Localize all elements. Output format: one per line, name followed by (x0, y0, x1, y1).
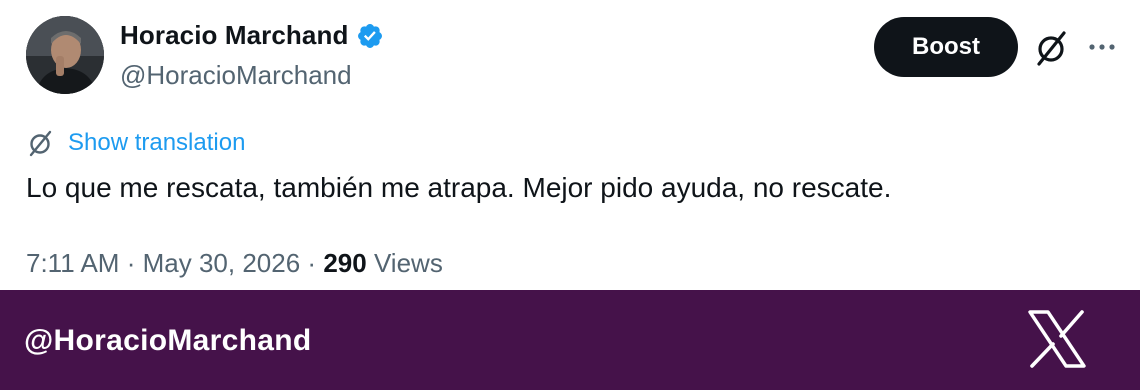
avatar-portrait-icon (26, 16, 104, 94)
avatar[interactable] (26, 16, 104, 94)
tweet-card: Horacio Marchand @HoracioMarchand Boost (0, 0, 1140, 290)
author-name-row: Horacio Marchand (120, 20, 384, 51)
grok-icon[interactable] (1032, 28, 1072, 68)
author-handle[interactable]: @HoracioMarchand (120, 60, 352, 91)
author-display-name[interactable]: Horacio Marchand (120, 20, 348, 51)
boost-button[interactable]: Boost (874, 17, 1018, 77)
tweet-text: Lo que me rescata, también me atrapa. Me… (26, 172, 892, 203)
translate-row: Show translation (26, 128, 245, 158)
footer-handle: @HoracioMarchand (24, 324, 312, 357)
tweet-meta: 7:11 AM · May 30, 2026 · 290 Views (26, 248, 443, 279)
show-translation-link[interactable]: Show translation (68, 129, 245, 157)
verified-badge-icon (356, 22, 384, 50)
x-logo-icon (1026, 310, 1088, 368)
tweet-time[interactable]: 7:11 AM (26, 248, 119, 278)
tweet-date[interactable]: May 30, 2026 (143, 248, 301, 278)
footer-bar: @HoracioMarchand (0, 290, 1140, 390)
views-count: 290 (323, 248, 367, 278)
meta-separator: · (126, 248, 136, 278)
views-label: Views (373, 248, 443, 278)
more-options-icon[interactable] (1088, 40, 1116, 54)
meta-separator: · (307, 248, 317, 278)
translate-icon (26, 128, 56, 158)
